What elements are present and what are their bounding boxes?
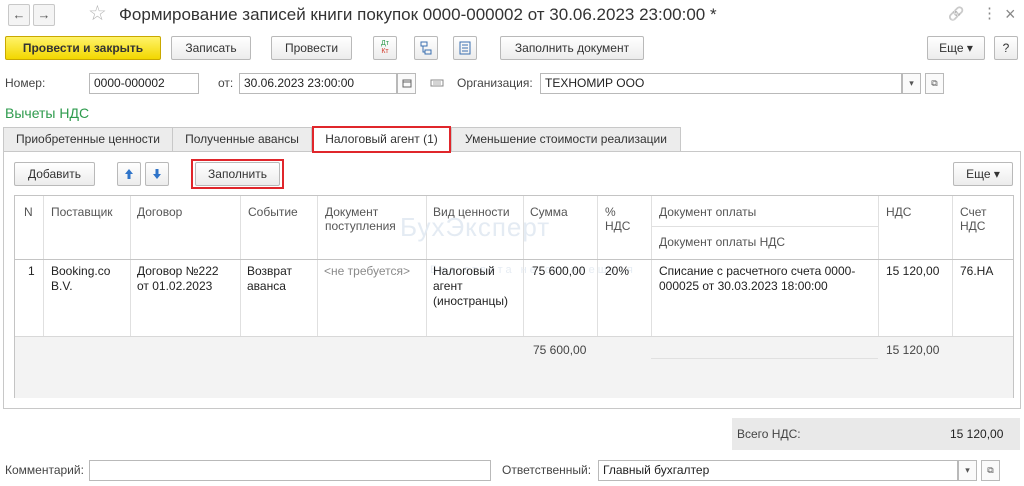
header-supplier: Поставщик — [51, 205, 113, 219]
tab-tax-agent[interactable]: Налоговый агент (1) — [312, 126, 451, 153]
organization-dropdown-button[interactable]: ▾ — [902, 73, 921, 94]
totals-row — [15, 336, 1013, 398]
more-actions-icon[interactable]: ⋮ — [982, 4, 997, 24]
table-more-button[interactable]: Еще ▾ — [953, 162, 1013, 186]
date-label: от: — [218, 76, 234, 90]
cell-receipt-doc: <не требуется> — [324, 264, 410, 278]
calendar-button[interactable] — [397, 73, 416, 94]
chevron-down-icon: ▾ — [909, 78, 914, 88]
hierarchy-icon — [420, 41, 432, 55]
window-title: Формирование записей книги покупок 0000-… — [119, 5, 717, 24]
comment-label: Комментарий: — [5, 463, 84, 477]
forward-arrow-icon: → — [37, 7, 51, 22]
back-arrow-icon: ← — [12, 7, 26, 22]
cell-payment-doc: Списание с расчетного счета 0000-000025 … — [659, 264, 856, 293]
add-button[interactable]: Добавить — [14, 162, 95, 186]
dt-kt-icon: Дт Кт — [381, 40, 389, 55]
open-form-icon: ⧉ — [931, 78, 938, 88]
open-form-icon: ⧉ — [987, 465, 994, 475]
total-amount: 75 600,00 — [533, 343, 587, 357]
cell-account: 76.НА — [960, 264, 994, 278]
comment-field[interactable] — [89, 460, 491, 481]
cell-n: 1 — [28, 264, 35, 278]
watermark-logo: БухЭксперт — [400, 212, 551, 242]
cell-vat-rate: 20% — [605, 264, 630, 278]
cell-contract: Договор №222 от 01.02.2023 — [137, 264, 219, 293]
forward-button[interactable]: → — [33, 4, 55, 26]
fill-document-button[interactable]: Заполнить документ — [500, 36, 644, 60]
chevron-down-icon: ▾ — [965, 465, 970, 475]
total-vat-label: Всего НДС: — [737, 427, 801, 441]
responsible-dropdown-button[interactable]: ▾ — [958, 460, 977, 481]
structure-button[interactable] — [414, 36, 438, 60]
organization-field[interactable]: ТЕХНОМИР ООО — [540, 73, 902, 94]
cell-supplier: Booking.co B.V. — [51, 264, 111, 293]
calendar-icon — [402, 79, 411, 88]
tab-cost-reduction[interactable]: Уменьшение стоимости реализации — [451, 127, 681, 151]
post-button[interactable]: Провести — [271, 36, 352, 60]
header-vat: НДС — [886, 205, 912, 219]
responsible-field[interactable]: Главный бухгалтер — [598, 460, 958, 481]
header-account: Счет НДС — [960, 205, 987, 233]
back-button[interactable]: ← — [8, 4, 30, 26]
save-button[interactable]: Записать — [171, 36, 251, 60]
print-icon[interactable] — [430, 77, 444, 92]
section-title: Вычеты НДС — [5, 105, 90, 121]
fill-button[interactable]: Заполнить — [195, 162, 280, 186]
move-down-button[interactable] — [145, 162, 169, 186]
total-vat-box: Всего НДС: 15 120,00 — [732, 418, 1020, 450]
arrow-down-icon — [153, 169, 161, 179]
help-button[interactable]: ? — [994, 36, 1018, 60]
move-up-button[interactable] — [117, 162, 141, 186]
post-and-close-button[interactable]: Провести и закрыть — [5, 36, 161, 60]
document-list-icon — [459, 41, 471, 55]
cell-value-type: Налоговый агент (иностранцы) — [433, 264, 508, 308]
header-contract: Договор — [137, 205, 183, 219]
dt-kt-button[interactable]: Дт Кт — [373, 36, 397, 60]
cell-amount: 75 600,00 — [532, 264, 586, 278]
cell-event: Возврат аванса — [247, 264, 292, 293]
number-field[interactable]: 0000-000002 — [89, 73, 199, 94]
responsible-label: Ответственный: — [502, 463, 592, 477]
header-event: Событие — [248, 205, 298, 219]
header-n: N — [24, 205, 33, 219]
close-icon[interactable]: × — [1005, 4, 1016, 24]
cell-vat: 15 120,00 — [886, 264, 940, 278]
header-payment-doc: Документ оплаты — [659, 205, 757, 219]
responsible-open-button[interactable]: ⧉ — [981, 460, 1000, 481]
organization-open-button[interactable]: ⧉ — [925, 73, 944, 94]
organization-label: Организация: — [457, 76, 533, 90]
header-payment-doc-vat: Документ оплаты НДС — [659, 235, 786, 249]
total-vat-column: 15 120,00 — [886, 343, 940, 357]
tab-acquired-values[interactable]: Приобретенные ценности — [3, 127, 173, 151]
arrow-up-icon — [125, 169, 133, 179]
total-vat-value: 15 120,00 — [950, 427, 1004, 441]
more-menu-button[interactable]: Еще ▾ — [927, 36, 985, 60]
number-label: Номер: — [5, 76, 46, 90]
header-vat-rate: % НДС — [605, 205, 631, 233]
tab-received-advances[interactable]: Полученные авансы — [172, 127, 312, 151]
date-field[interactable]: 30.06.2023 23:00:00 — [239, 73, 397, 94]
favorite-star-icon[interactable]: ☆ — [88, 2, 107, 26]
link-icon[interactable]: 🔗 — [948, 4, 964, 24]
report-button[interactable] — [453, 36, 477, 60]
